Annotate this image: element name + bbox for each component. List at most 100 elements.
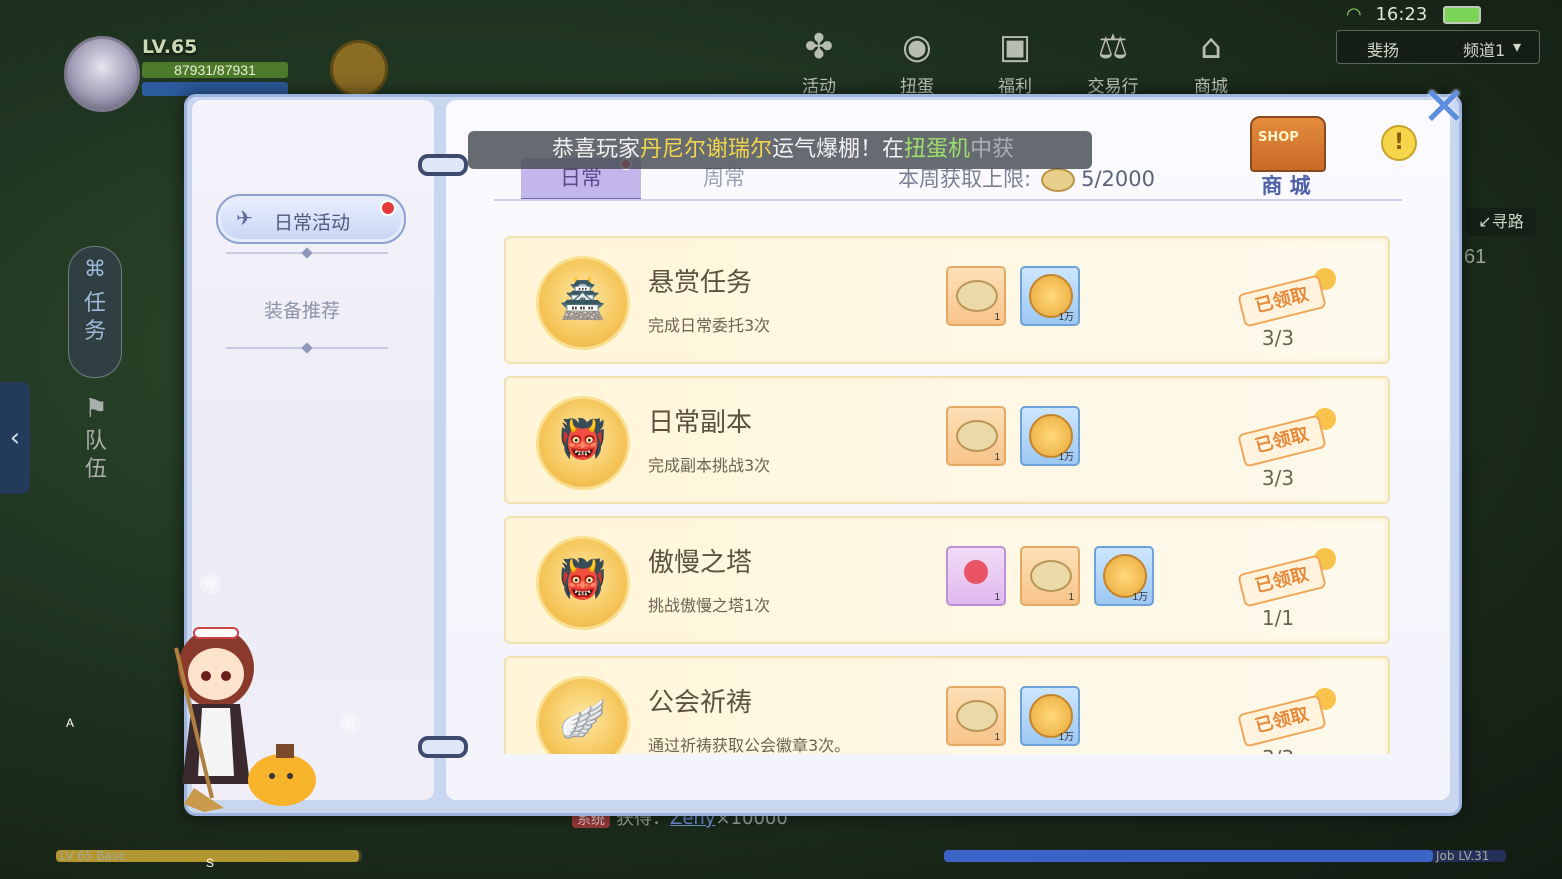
task-emblem-glyph: 👹 (559, 417, 607, 461)
player-level: LV.65 (142, 36, 198, 58)
task-card[interactable]: 🏯 悬赏任务 完成日常委托3次 1 1万 已领取 3/3 (504, 236, 1390, 364)
reward-quantity: 1 (994, 312, 1000, 323)
key-w: W (200, 574, 220, 594)
reward-item[interactable]: 1 (946, 406, 1006, 466)
collapse-left-arrow-icon[interactable]: ‹ (0, 382, 30, 494)
scales-icon: ⚖ (1097, 27, 1129, 67)
guild-badge-icon[interactable] (330, 40, 388, 98)
top-menu-gacha[interactable]: ◉ 扭蛋 (878, 24, 956, 97)
base-exp-label: LV 65 Base (60, 849, 126, 863)
task-card[interactable]: 🪽 公会祈祷通过祈祷获取公会徽章3次。 1 1万 已领取3/3 (504, 656, 1390, 754)
reward-quantity: 1 (994, 592, 1000, 603)
claimed-stamp: 已领取 (1237, 274, 1327, 328)
close-icon[interactable]: ✕ (1420, 80, 1468, 134)
flag-icon: ⚑ (84, 394, 108, 424)
shop-button[interactable]: SHOP 商 城 (1242, 112, 1330, 198)
shop-label: 商 城 (1261, 174, 1311, 198)
reward-item[interactable]: 1 (946, 266, 1006, 326)
task-progress: 3/3 (1261, 466, 1295, 490)
nav-equipment-recommend[interactable]: 装备推荐 (226, 296, 378, 323)
pathfind-button[interactable]: ↙寻路 (1466, 208, 1536, 236)
maid-mascot[interactable] (164, 608, 324, 814)
gacha-icon: ◉ (902, 27, 932, 67)
marquee-text-3: 中获 (970, 137, 1015, 162)
reward-item[interactable]: 1万 (1020, 266, 1080, 326)
top-menu-shop[interactable]: ⌂ 商城 (1172, 24, 1250, 97)
task-description: 完成副本挑战3次 (648, 456, 771, 475)
claimed-stamp: 已领取 (1237, 694, 1327, 748)
weekly-limit-value: 5/2000 (1081, 167, 1155, 191)
reward-item[interactable]: 1万 (1094, 546, 1154, 606)
task-card[interactable]: 👹 傲慢之塔挑战傲慢之塔1次 1 1 1万 已领取 1/1 (504, 516, 1390, 644)
task-emblem-glyph: 👹 (559, 557, 607, 601)
key-s: S (206, 856, 215, 870)
claimed-stamp: 已领取 (1237, 414, 1327, 468)
chevron-down-icon: ▾ (1513, 37, 1522, 56)
maid-mascot-image (174, 627, 316, 812)
reward-quantity: 1 (994, 732, 1000, 743)
nav-daily-activity-label: 日常活动 (274, 212, 351, 234)
guild-token-icon (1030, 560, 1072, 592)
task-name: 公会祈祷 (648, 688, 753, 718)
channel-bar[interactable]: 斐扬 频道1 ▾ (1336, 30, 1540, 64)
task-progress: 3/3 (1250, 746, 1306, 754)
shop-icon: ⌂ (1200, 27, 1222, 67)
channel-select[interactable]: 频道1 (1463, 37, 1505, 61)
key-d: D (340, 713, 360, 733)
shop-sign: SHOP (1258, 130, 1299, 145)
task-emblem-icon: 👹 (536, 536, 630, 630)
side-tab-tasks[interactable]: ⌘ 任务 (68, 246, 122, 378)
claimed-stamp: 已领取 (1237, 554, 1327, 608)
task-name: 傲慢之塔 (648, 548, 753, 578)
job-exp-fill (944, 850, 1433, 862)
top-menu-scales[interactable]: ⚖ 交易行 (1074, 24, 1152, 97)
reward-item[interactable]: 1 (946, 686, 1006, 746)
wifi-icon: ◠ (1346, 4, 1362, 25)
task-card[interactable]: 👹 日常副本完成副本挑战3次 1 1万 已领取 3/3 (504, 376, 1390, 504)
announcement-marquee: 恭喜玩家丹尼尔谢瑞尔运气爆棚！在扭蛋机中获 (468, 131, 1092, 169)
job-exp-bar (944, 850, 1506, 862)
reward-quantity: 1 (994, 452, 1000, 463)
player-avatar[interactable] (64, 36, 140, 112)
info-icon[interactable]: ! (1381, 125, 1417, 161)
task-progress: 1/1 (1261, 606, 1295, 630)
task-description: 通过祈祷获取公会徽章3次。 (648, 736, 851, 754)
reward-quantity: 1万 (1058, 732, 1074, 743)
top-menu-gift[interactable]: ▣ 福利 (976, 24, 1054, 97)
side-tab-team-label: 队伍 (84, 429, 107, 482)
reward-item[interactable]: 1万 (1020, 406, 1080, 466)
guild-token-icon (956, 420, 998, 452)
guild-token-icon (956, 700, 998, 732)
top-menu-activity[interactable]: ✤ 活动 (780, 24, 858, 97)
pathfind-label: 寻路 (1491, 212, 1524, 231)
activity-icon: ✤ (804, 27, 834, 67)
nav-divider (226, 247, 388, 259)
side-tab-tasks-label: 任务 (83, 291, 106, 344)
hp-bar: 87931/87931 (142, 62, 288, 78)
marquee-text-1: 恭喜玩家 (552, 137, 641, 162)
reward-quantity: 1万 (1058, 452, 1074, 463)
nav-daily-activity[interactable]: ✈ 日常活动 (216, 194, 406, 244)
task-emblem-icon: 🏯 (536, 256, 630, 350)
key-a: A (66, 716, 75, 730)
guild-coin-icon (1041, 168, 1076, 192)
task-emblem-glyph: 🏯 (559, 277, 607, 321)
task-list[interactable]: 🏯 悬赏任务 完成日常委托3次 1 1万 已领取 3/3 👹 日常副本 完成副本挑战3次 1 1万 已领… (500, 228, 1394, 754)
binder-ring-top (418, 154, 468, 176)
task-name: 悬赏任务 (648, 268, 753, 298)
reward-item[interactable]: 1万 (1020, 686, 1080, 746)
task-emblem-icon: 👹 (536, 396, 630, 490)
notification-dot (380, 200, 396, 216)
guild-token-icon (956, 280, 998, 312)
nav-divider (226, 342, 388, 354)
task-description: 完成日常委托3次 (648, 316, 771, 335)
reward-quantity: 1 (1068, 592, 1074, 603)
task-name: 日常副本 (648, 408, 753, 438)
side-tab-team[interactable]: ⚑ 队伍 (78, 394, 114, 484)
reward-item[interactable]: 1 (1020, 546, 1080, 606)
minimap-number: 61 (1464, 246, 1487, 268)
daily-activity-icon: ✈ (236, 206, 253, 230)
reward-quantity: 1万 (1132, 592, 1148, 603)
reward-item[interactable]: 1 (946, 546, 1006, 606)
task-description: 挑战傲慢之塔1次 (648, 596, 771, 615)
